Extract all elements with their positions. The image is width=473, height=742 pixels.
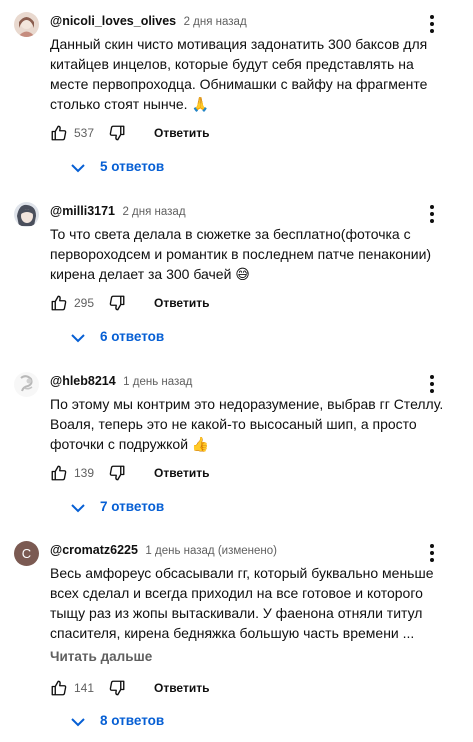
like-count: 295 <box>74 296 95 310</box>
comment: @hleb8214 1 день назад По этому мы контр… <box>0 372 473 522</box>
comment-time[interactable]: 2 дня назад <box>184 16 247 28</box>
comment-text: Данный скин чисто мотивация задонатить 3… <box>50 36 428 112</box>
comment-text: То что света делала в сюжетке за бесплат… <box>50 226 432 282</box>
comment-actions: 141 Ответить <box>50 679 350 699</box>
vertical-dots-icon[interactable] <box>425 14 439 34</box>
comment-author[interactable]: @nicoli_loves_olives <box>50 14 176 28</box>
comment: @milli3171 2 дня назад То что света дела… <box>0 202 473 352</box>
reply-button[interactable]: Ответить <box>154 126 209 140</box>
comment-author[interactable]: @milli3171 <box>50 204 115 218</box>
comment: @nicoli_loves_olives 2 дня назад Данный … <box>0 12 473 182</box>
thumb-down-icon <box>109 680 125 696</box>
replies-count: 5 ответов <box>100 159 165 174</box>
comment: C @cromatz6225 1 день назад (изменено) В… <box>0 541 473 736</box>
replies-count: 6 ответов <box>100 329 165 344</box>
comment-time[interactable]: 1 день назад (изменено) <box>145 545 277 557</box>
read-more-button[interactable]: Читать дальше <box>50 649 152 664</box>
avatar[interactable]: C <box>14 541 39 566</box>
vertical-dots-icon[interactable] <box>425 204 439 224</box>
chevron-down-icon <box>71 334 85 343</box>
comment-header: @cromatz6225 1 день назад (изменено) <box>50 541 277 559</box>
comment-time[interactable]: 2 дня назад <box>122 206 185 218</box>
dislike-button[interactable] <box>108 124 128 144</box>
dislike-button[interactable] <box>108 294 128 314</box>
thumb-down-icon <box>109 295 125 311</box>
comment-author[interactable]: @cromatz6225 <box>50 543 138 557</box>
vertical-dots-icon[interactable] <box>425 543 439 563</box>
comment-actions: 139 Ответить <box>50 464 350 484</box>
reply-button[interactable]: Ответить <box>154 296 209 310</box>
comment-text: По этому мы контрим это недоразумение, в… <box>50 396 444 452</box>
avatar[interactable] <box>14 12 39 37</box>
like-count: 139 <box>74 466 95 480</box>
comment-text: Весь амфореус обсасывали гг, который бук… <box>50 565 434 641</box>
comment-actions: 537 Ответить <box>50 124 350 144</box>
comment-actions: 295 Ответить <box>50 294 350 314</box>
like-count: 141 <box>74 681 95 695</box>
like-button[interactable]: 537 <box>50 124 98 144</box>
comment-author[interactable]: @hleb8214 <box>50 374 116 388</box>
like-button[interactable]: 139 <box>50 464 98 484</box>
vertical-dots-icon[interactable] <box>425 374 439 394</box>
comment-header: @milli3171 2 дня назад <box>50 202 186 220</box>
like-button[interactable]: 295 <box>50 294 98 314</box>
avatar[interactable] <box>14 372 39 397</box>
chevron-down-icon <box>71 718 85 727</box>
chevron-down-icon <box>71 504 85 513</box>
thumb-down-icon <box>109 125 125 141</box>
like-button[interactable]: 141 <box>50 679 98 699</box>
dislike-button[interactable] <box>108 679 128 699</box>
thumb-up-icon <box>51 295 67 311</box>
thumb-down-icon <box>109 465 125 481</box>
replies-count: 7 ответов <box>100 499 165 514</box>
dislike-button[interactable] <box>108 464 128 484</box>
thumb-up-icon <box>51 125 67 141</box>
chevron-down-icon <box>71 164 85 173</box>
comment-header: @hleb8214 1 день назад <box>50 372 192 390</box>
like-count: 537 <box>74 126 95 140</box>
comment-header: @nicoli_loves_olives 2 дня назад <box>50 12 247 30</box>
replies-count: 8 ответов <box>100 713 165 728</box>
reply-button[interactable]: Ответить <box>154 466 209 480</box>
thumb-up-icon <box>51 465 67 481</box>
comment-time[interactable]: 1 день назад <box>123 376 192 388</box>
avatar[interactable] <box>14 202 39 227</box>
reply-button[interactable]: Ответить <box>154 681 209 695</box>
thumb-up-icon <box>51 680 67 696</box>
